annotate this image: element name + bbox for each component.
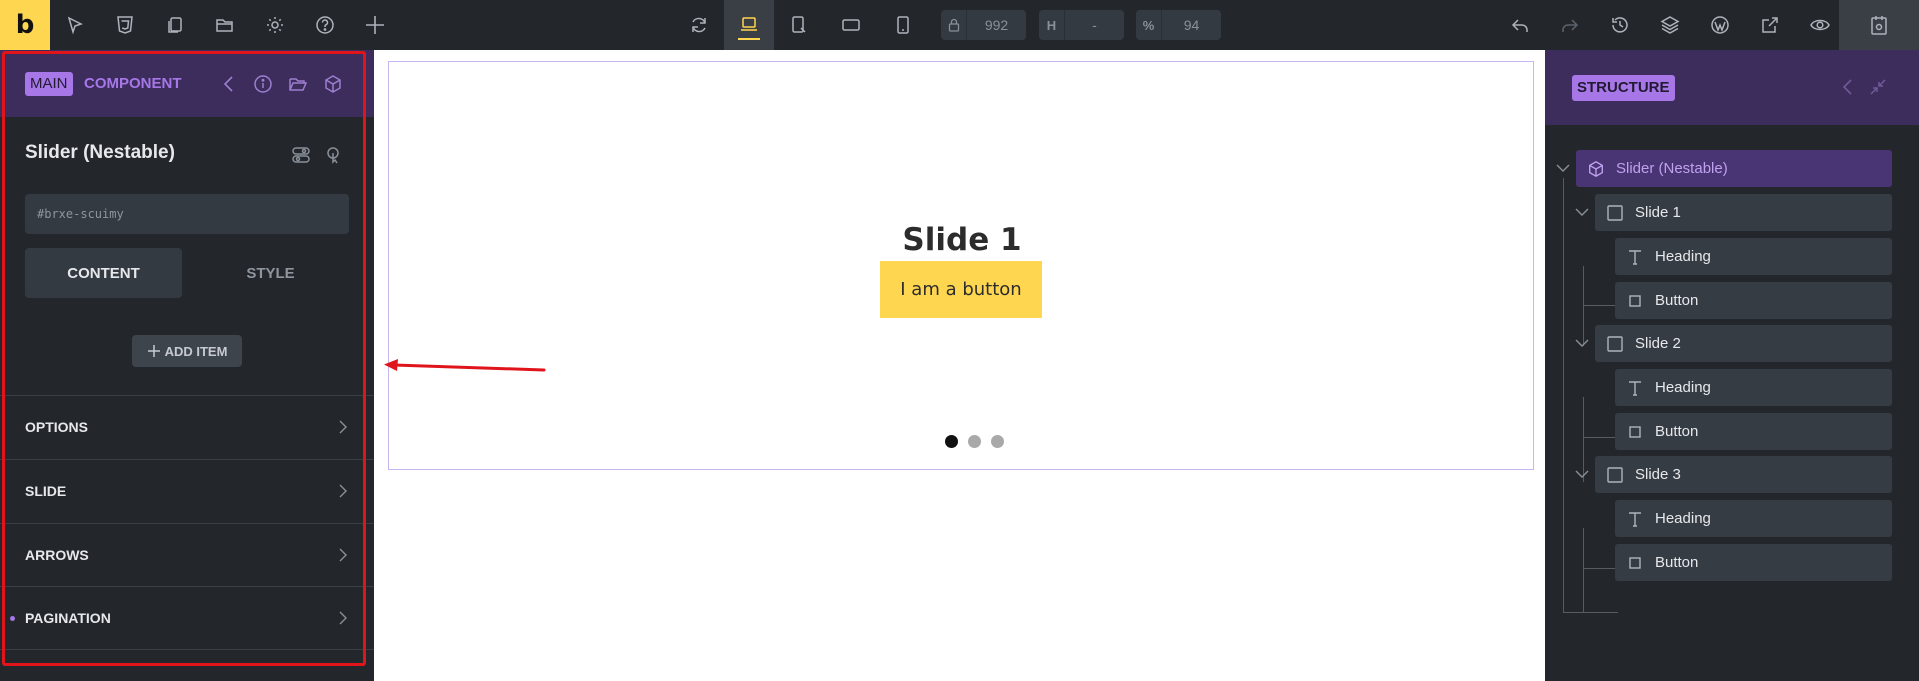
canvas-height-field[interactable]: H - — [1039, 10, 1124, 40]
tree-item-slide[interactable]: Slide 2 — [1595, 325, 1892, 362]
top-toolbar: b 992 H - % 94 — [0, 0, 1919, 50]
tree-item-label: Slide 1 — [1635, 204, 1681, 221]
save-icon[interactable] — [1839, 0, 1919, 50]
tree-item-button[interactable]: Button — [1615, 413, 1892, 450]
zoom-label: % — [1136, 10, 1162, 40]
mobile-icon[interactable] — [878, 0, 928, 50]
tree-item-slide[interactable]: Slide 1 — [1595, 194, 1892, 231]
structure-panel: STRUCTURE Slider (Nestable) Slide 1 Head… — [1545, 50, 1919, 681]
tree-item-slide[interactable]: Slide 3 — [1595, 456, 1892, 493]
structure-title: STRUCTURE — [1572, 75, 1675, 101]
chevron-down-icon[interactable] — [1553, 158, 1573, 178]
tree-item-heading[interactable]: Heading — [1615, 369, 1892, 406]
css3-icon[interactable] — [100, 0, 150, 50]
structure-header: STRUCTURE — [1545, 50, 1919, 125]
collapse-icon[interactable] — [1865, 74, 1891, 100]
slide-button[interactable]: I am a button — [880, 261, 1042, 318]
annotation-arrow — [384, 359, 546, 372]
chevron-down-icon[interactable] — [1572, 464, 1592, 484]
slide-heading[interactable]: Slide 1 — [389, 222, 1535, 258]
tablet-portrait-icon[interactable] — [826, 0, 876, 50]
lock-icon[interactable] — [941, 10, 967, 40]
tree-item-heading[interactable]: Heading — [1615, 238, 1892, 275]
tree-item-label: Slide 3 — [1635, 466, 1681, 483]
tree-connector — [1583, 568, 1618, 569]
button-square-icon — [1615, 413, 1655, 450]
button-square-icon — [1615, 282, 1655, 319]
wordpress-icon[interactable] — [1695, 0, 1745, 50]
folder-icon[interactable] — [200, 0, 250, 50]
button-square-icon — [1615, 544, 1655, 581]
tree-item-label: Slider (Nestable) — [1616, 160, 1728, 177]
block-square-icon — [1595, 456, 1635, 493]
tree-item-slider[interactable]: Slider (Nestable) — [1576, 150, 1892, 187]
zoom-value[interactable]: 94 — [1162, 17, 1221, 33]
tree-item-label: Heading — [1655, 379, 1711, 396]
tree-item-label: Slide 2 — [1635, 335, 1681, 352]
bricks-logo[interactable]: b — [0, 0, 50, 50]
tree-item-label: Heading — [1655, 510, 1711, 527]
tree-connector — [1583, 528, 1584, 613]
tablet-landscape-icon[interactable] — [774, 0, 824, 50]
canvas-height-value[interactable]: - — [1065, 17, 1124, 33]
tree-item-label: Button — [1655, 423, 1699, 440]
pagination-dot-active[interactable] — [945, 435, 958, 448]
preview-eye-icon[interactable] — [1795, 0, 1845, 50]
text-heading-icon — [1615, 238, 1655, 275]
pagination-dot[interactable] — [968, 435, 981, 448]
slider-element[interactable]: Slide 1 I am a button — [388, 61, 1534, 470]
tree-item-label: Heading — [1655, 248, 1711, 265]
add-element-icon[interactable] — [350, 0, 400, 50]
external-link-icon[interactable] — [1745, 0, 1795, 50]
height-label: H — [1039, 10, 1065, 40]
history-icon[interactable] — [1595, 0, 1645, 50]
tree-connector — [1563, 612, 1618, 613]
canvas-width-field[interactable]: 992 — [941, 10, 1026, 40]
desktop-breakpoint-icon[interactable] — [724, 0, 774, 50]
back-chevron-icon[interactable] — [1835, 74, 1861, 100]
pages-icon[interactable] — [150, 0, 200, 50]
tree-connector — [1583, 305, 1618, 306]
help-icon[interactable] — [300, 0, 350, 50]
block-square-icon — [1595, 325, 1635, 362]
select-cursor-icon[interactable] — [50, 0, 100, 50]
layers-icon[interactable] — [1645, 0, 1695, 50]
redo-icon[interactable] — [1545, 0, 1595, 50]
zoom-field[interactable]: % 94 — [1136, 10, 1221, 40]
tree-item-button[interactable]: Button — [1615, 282, 1892, 319]
tree-connector — [1563, 178, 1564, 613]
tree-item-button[interactable]: Button — [1615, 544, 1892, 581]
tree-item-label: Button — [1655, 554, 1699, 571]
tree-item-heading[interactable]: Heading — [1615, 500, 1892, 537]
canvas-width-value[interactable]: 992 — [967, 17, 1026, 33]
annotation-highlight-box — [2, 51, 366, 666]
tree-connector — [1583, 437, 1618, 438]
refresh-icon[interactable] — [674, 0, 724, 50]
text-heading-icon — [1615, 500, 1655, 537]
gear-icon[interactable] — [250, 0, 300, 50]
pagination-dot[interactable] — [991, 435, 1004, 448]
component-box-icon — [1576, 150, 1616, 187]
chevron-down-icon[interactable] — [1572, 202, 1592, 222]
block-square-icon — [1595, 194, 1635, 231]
undo-icon[interactable] — [1495, 0, 1545, 50]
chevron-down-icon[interactable] — [1572, 333, 1592, 353]
tree-item-label: Button — [1655, 292, 1699, 309]
text-heading-icon — [1615, 369, 1655, 406]
